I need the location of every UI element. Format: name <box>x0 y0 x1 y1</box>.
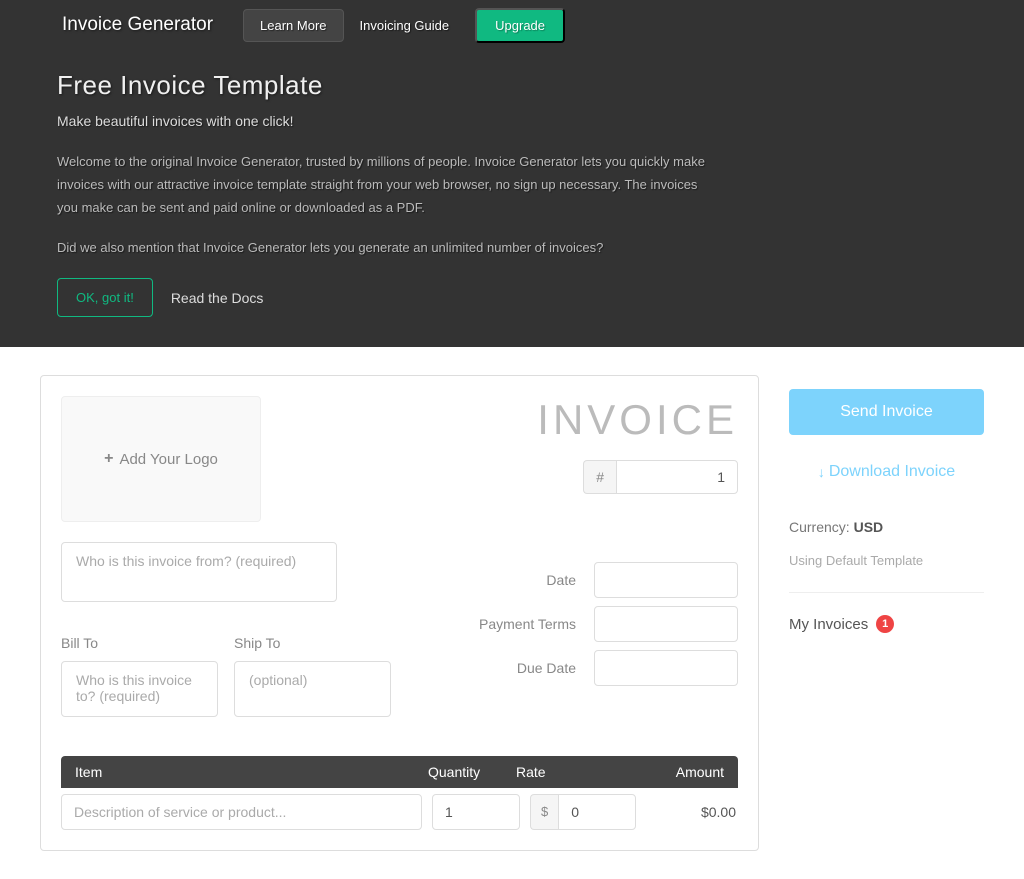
my-invoices-label: My Invoices <box>789 616 868 633</box>
invoicing-guide-link[interactable]: Invoicing Guide <box>344 10 466 41</box>
download-label: Download Invoice <box>829 463 955 481</box>
ok-got-it-button[interactable]: OK, got it! <box>57 278 153 317</box>
invoice-heading: INVOICE <box>537 396 738 444</box>
read-docs-link[interactable]: Read the Docs <box>171 290 264 306</box>
sidebar: Send Invoice ↓ Download Invoice Currency… <box>789 375 984 851</box>
my-invoices-link[interactable]: My Invoices 1 <box>789 615 984 633</box>
hero-para2: Did we also mention that Invoice Generat… <box>57 237 707 260</box>
invoice-count-badge: 1 <box>876 615 894 633</box>
line-item-row: $ $0.00 <box>61 788 738 830</box>
invoice-hash-label: # <box>583 460 616 494</box>
send-invoice-button[interactable]: Send Invoice <box>789 389 984 435</box>
due-date-input[interactable] <box>594 650 738 686</box>
upgrade-button[interactable]: Upgrade <box>475 8 565 43</box>
hero-para1: Welcome to the original Invoice Generato… <box>57 151 707 219</box>
items-table: Item Quantity Rate Amount $ $0.00 <box>61 756 738 830</box>
bill-to-input[interactable] <box>61 661 218 717</box>
currency-label: Currency: <box>789 519 854 535</box>
col-item-header: Item <box>75 764 428 780</box>
ship-to-input[interactable] <box>234 661 391 717</box>
from-input[interactable] <box>61 542 337 602</box>
date-label: Date <box>546 572 576 588</box>
main-container: + Add Your Logo INVOICE # Bill To <box>0 347 1024 879</box>
hero-actions: OK, got it! Read the Docs <box>57 278 967 317</box>
add-logo-button[interactable]: + Add Your Logo <box>61 396 261 522</box>
download-invoice-button[interactable]: ↓ Download Invoice <box>789 453 984 491</box>
due-date-label: Due Date <box>517 660 576 676</box>
template-text[interactable]: Using Default Template <box>789 553 984 593</box>
brand-logo[interactable]: Invoice Generator <box>62 14 213 36</box>
hero-subtitle: Make beautiful invoices with one click! <box>57 113 967 129</box>
add-logo-label: Add Your Logo <box>119 451 217 468</box>
learn-more-button[interactable]: Learn More <box>243 9 343 42</box>
invoice-number-input[interactable] <box>616 460 738 494</box>
date-input[interactable] <box>594 562 738 598</box>
col-quantity-header: Quantity <box>428 764 516 780</box>
items-header: Item Quantity Rate Amount <box>61 756 738 788</box>
col-rate-header: Rate <box>516 764 622 780</box>
currency-value: USD <box>854 519 884 535</box>
payment-terms-input[interactable] <box>594 606 738 642</box>
line-amount: $0.00 <box>646 804 738 820</box>
hero-title: Free Invoice Template <box>57 70 967 101</box>
rate-input[interactable] <box>558 794 636 830</box>
rate-currency-prefix: $ <box>530 794 558 830</box>
payment-terms-label: Payment Terms <box>479 616 576 632</box>
bill-to-label: Bill To <box>61 635 218 651</box>
invoice-panel: + Add Your Logo INVOICE # Bill To <box>40 375 759 851</box>
quantity-input[interactable] <box>432 794 520 830</box>
item-description-input[interactable] <box>61 794 422 830</box>
plus-icon: + <box>104 450 113 468</box>
ship-to-label: Ship To <box>234 635 391 651</box>
download-icon: ↓ <box>818 464 825 480</box>
hero-section: Free Invoice Template Make beautiful inv… <box>0 50 1024 347</box>
col-amount-header: Amount <box>622 764 724 780</box>
currency-row[interactable]: Currency: USD <box>789 519 984 535</box>
navbar: Invoice Generator Learn More Invoicing G… <box>0 0 1024 50</box>
